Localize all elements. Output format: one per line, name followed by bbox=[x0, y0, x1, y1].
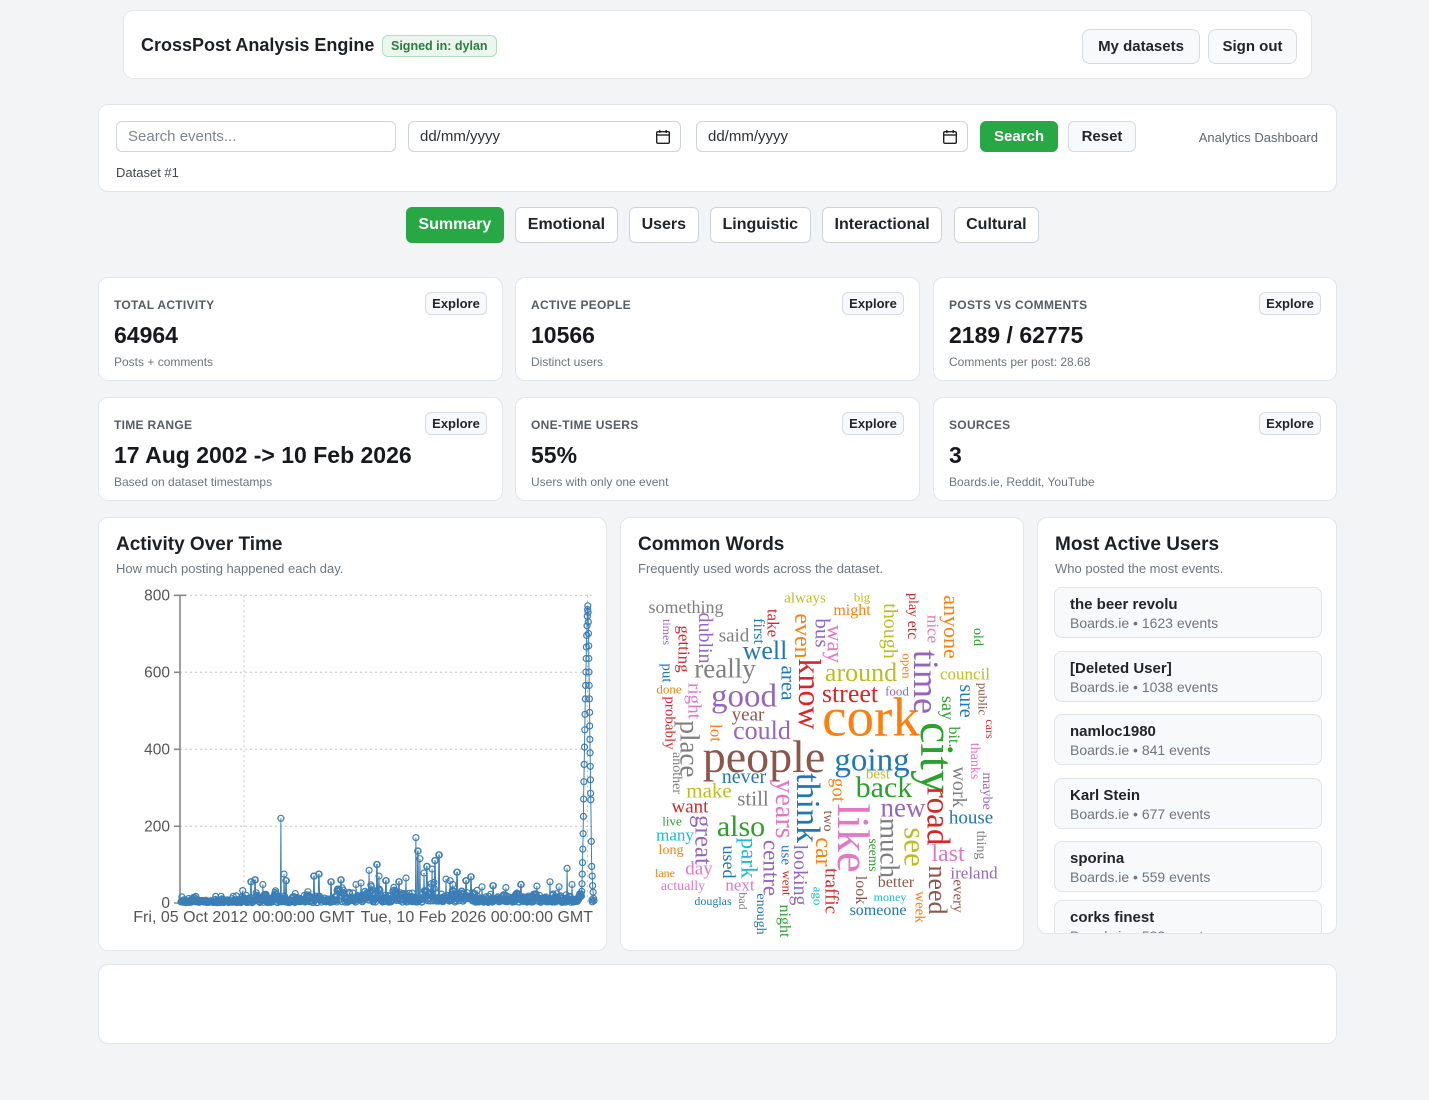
svg-text:600: 600 bbox=[144, 665, 170, 682]
svg-text:Tue, 10 Feb 2026 00:00:00 GMT: Tue, 10 Feb 2026 00:00:00 GMT bbox=[361, 909, 594, 926]
svg-text:400: 400 bbox=[144, 742, 170, 759]
svg-text:200: 200 bbox=[144, 819, 170, 836]
svg-text:800: 800 bbox=[144, 588, 170, 605]
svg-text:Fri, 05 Oct 2012 00:00:00 GMT: Fri, 05 Oct 2012 00:00:00 GMT bbox=[133, 909, 355, 926]
